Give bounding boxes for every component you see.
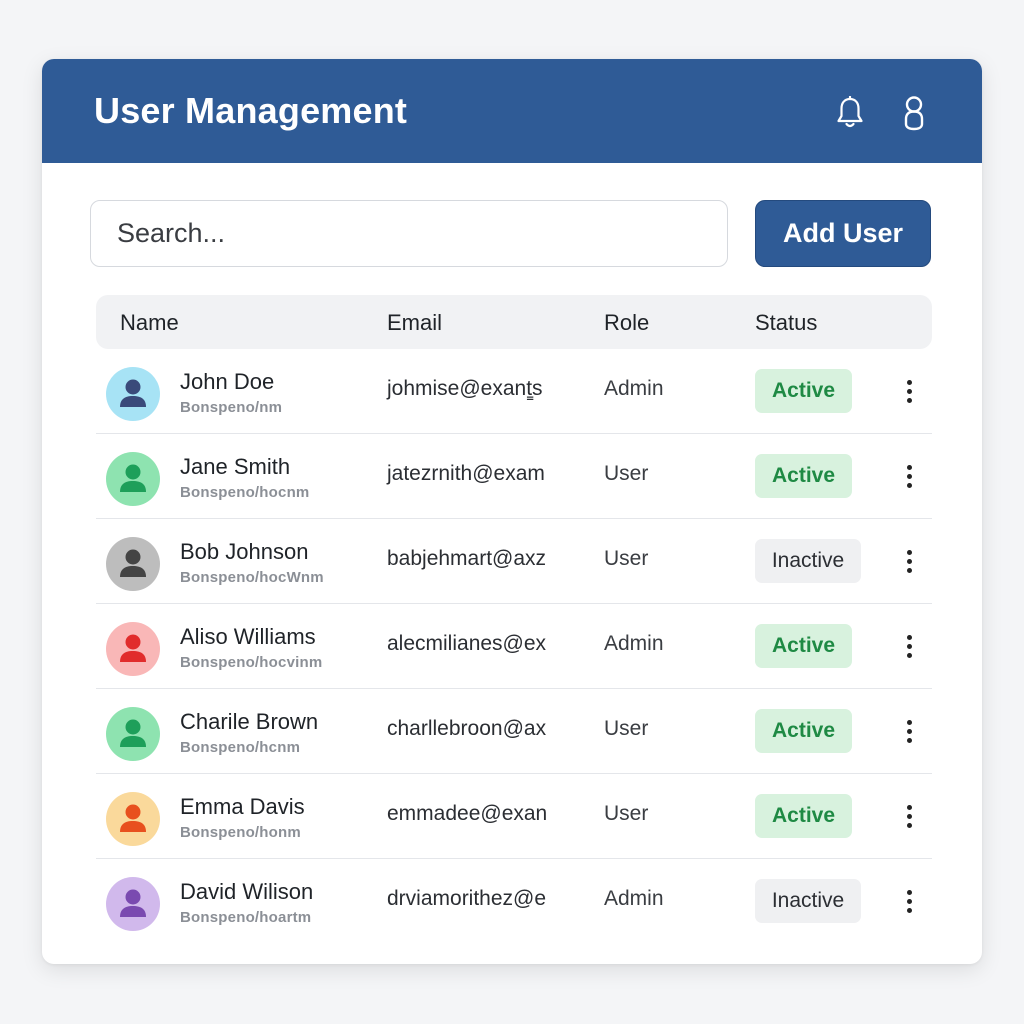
user-role: User bbox=[604, 462, 649, 485]
user-subtitle: Bonspeno/hcnm bbox=[180, 739, 301, 756]
more-options-icon[interactable] bbox=[896, 885, 922, 917]
more-options-icon[interactable] bbox=[896, 630, 922, 662]
status-badge: Active bbox=[755, 624, 852, 668]
user-subtitle: Bonspeno/hoartm bbox=[180, 909, 312, 926]
user-subtitle: Bonspeno/hocvinm bbox=[180, 654, 323, 671]
user-subtitle: Bonspeno/honm bbox=[180, 824, 301, 841]
avatar bbox=[106, 367, 160, 421]
user-name[interactable]: Bob Johnson bbox=[180, 539, 308, 565]
user-role: User bbox=[604, 547, 649, 570]
user-email: alecmilianes@ex bbox=[387, 632, 547, 655]
column-header-role[interactable]: Role bbox=[604, 310, 649, 336]
page-title: User Management bbox=[94, 90, 408, 131]
table-row[interactable]: Bob Johnson Bonspeno/hocWnm babjehmart@a… bbox=[96, 519, 932, 604]
user-role: Admin bbox=[604, 887, 664, 910]
table-body: John Doe Bonspeno/nm johmise@exant̳s Adm… bbox=[96, 349, 932, 944]
person-icon bbox=[120, 889, 146, 917]
table-row[interactable]: John Doe Bonspeno/nm johmise@exant̳s Adm… bbox=[96, 349, 932, 434]
column-header-name[interactable]: Name bbox=[120, 310, 179, 336]
user-management-card: User Management Add User Name Email Role… bbox=[42, 59, 982, 964]
user-role: User bbox=[604, 802, 649, 825]
table-row[interactable]: Aliso Williams Bonspeno/hocvinm alecmili… bbox=[96, 604, 932, 689]
person-icon bbox=[120, 634, 146, 662]
user-name[interactable]: Jane Smith bbox=[180, 454, 290, 480]
user-email: drviamorithez@e bbox=[387, 887, 547, 910]
user-email: babjehmart@axz bbox=[387, 547, 547, 570]
user-subtitle: Bonspeno/hocWnm bbox=[180, 569, 324, 586]
search-input[interactable] bbox=[90, 200, 728, 267]
table-row[interactable]: David Wilison Bonspeno/hoartm drviamorit… bbox=[96, 859, 932, 944]
users-table: Name Email Role Status John Doe Bonspeno… bbox=[96, 295, 932, 944]
user-email: emmadee@exan bbox=[387, 802, 548, 825]
table-row[interactable]: Charile Brown Bonspeno/hcnm charllebroon… bbox=[96, 689, 932, 774]
avatar bbox=[106, 877, 160, 931]
person-icon bbox=[120, 804, 146, 832]
status-badge: Inactive bbox=[755, 539, 861, 583]
user-name[interactable]: David Wilison bbox=[180, 879, 313, 905]
person-icon bbox=[120, 549, 146, 577]
user-subtitle: Bonspeno/hocnm bbox=[180, 484, 310, 501]
column-header-status[interactable]: Status bbox=[755, 310, 817, 336]
bell-icon[interactable] bbox=[834, 95, 866, 131]
avatar bbox=[106, 537, 160, 591]
status-badge: Active bbox=[755, 454, 852, 498]
user-name[interactable]: John Doe bbox=[180, 369, 274, 395]
avatar bbox=[106, 452, 160, 506]
status-badge: Active bbox=[755, 709, 852, 753]
person-icon bbox=[120, 464, 146, 492]
user-email: charllebroon@ax bbox=[387, 717, 547, 740]
user-role: Admin bbox=[604, 632, 664, 655]
user-name[interactable]: Aliso Williams bbox=[180, 624, 316, 650]
avatar bbox=[106, 792, 160, 846]
status-badge: Active bbox=[755, 794, 852, 838]
more-options-icon[interactable] bbox=[896, 375, 922, 407]
avatar bbox=[106, 622, 160, 676]
status-badge: Inactive bbox=[755, 879, 861, 923]
user-email: jatezrnith@exam bbox=[387, 462, 545, 485]
header-bar: User Management bbox=[42, 59, 982, 163]
table-row[interactable]: Emma Davis Bonspeno/honm emmadee@exan Us… bbox=[96, 774, 932, 859]
more-options-icon[interactable] bbox=[896, 545, 922, 577]
user-name[interactable]: Charile Brown bbox=[180, 709, 318, 735]
more-options-icon[interactable] bbox=[896, 800, 922, 832]
avatar bbox=[106, 707, 160, 761]
user-icon[interactable] bbox=[898, 95, 930, 131]
more-options-icon[interactable] bbox=[896, 715, 922, 747]
add-user-button[interactable]: Add User bbox=[755, 200, 931, 267]
more-options-icon[interactable] bbox=[896, 460, 922, 492]
user-name[interactable]: Emma Davis bbox=[180, 794, 305, 820]
table-row[interactable]: Jane Smith Bonspeno/hocnm jatezrnith@exa… bbox=[96, 434, 932, 519]
person-icon bbox=[120, 379, 146, 407]
user-subtitle: Bonspeno/nm bbox=[180, 399, 283, 416]
user-email: johmise@exant̳s bbox=[387, 377, 543, 400]
toolbar: Add User bbox=[90, 200, 932, 267]
status-badge: Active bbox=[755, 369, 852, 413]
user-role: User bbox=[604, 717, 649, 740]
table-header: Name Email Role Status bbox=[96, 295, 932, 349]
user-role: Admin bbox=[604, 377, 664, 400]
person-icon bbox=[120, 719, 146, 747]
column-header-email[interactable]: Email bbox=[387, 310, 442, 336]
